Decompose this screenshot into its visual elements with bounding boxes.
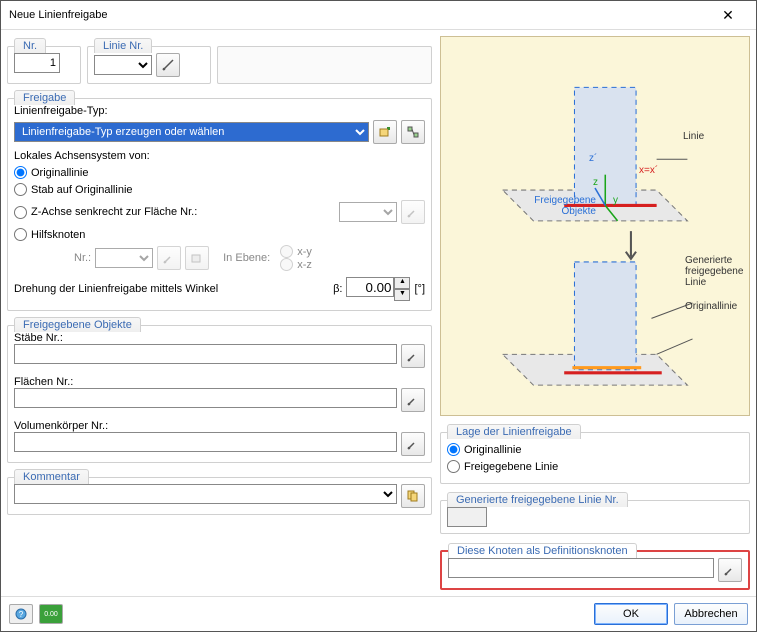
window-title: Neue Linienfreigabe [9,9,708,21]
help-icon[interactable]: ? [9,604,33,624]
radio-loc-original-label: Originallinie [464,444,521,456]
defnodes-input[interactable] [448,558,714,578]
radio-loc-released-label: Freigegebene Linie [464,461,558,473]
diag-origline: Originallinie [685,301,737,312]
solids-label: Volumenkörper Nr.: [14,420,425,432]
beta-unit: [°] [414,283,425,295]
location-legend: Lage der Linienfreigabe [447,424,581,439]
cancel-button[interactable]: Abbrechen [674,603,748,625]
diag-gen-b: freigegebene [685,266,743,277]
radio-stab-label: Stab auf Originallinie [31,184,133,196]
plane-xz-label: x-z [297,259,312,271]
radio-zachse-label: Z-Achse senkrecht zur Fläche Nr.: [31,206,197,218]
beta-spinner[interactable]: ▲▼ [346,277,410,301]
diag-gen-a: Generierte [685,255,743,266]
nr-legend: Nr. [14,38,46,53]
beta-label: β: [333,283,342,295]
typ-label: Linienfreigabe-Typ: [14,105,425,117]
new-type-icon[interactable] [373,120,397,144]
local-axis-label: Lokales Achsensystem von: [14,150,425,162]
diag-axis-x: x=x´ [639,165,658,176]
surfaces-label: Flächen Nr.: [14,376,425,388]
new-node-icon [185,246,209,270]
pick-line-icon[interactable] [156,53,180,77]
members-label: Stäbe Nr.: [14,332,425,344]
diag-axis-z1: z´ [589,153,597,164]
plane-xy-label: x-y [297,246,312,258]
pick-node-icon [157,246,181,270]
radio-plane-xz: x-z [280,258,312,271]
close-button[interactable]: ✕ [708,1,748,29]
typ-select[interactable]: Linienfreigabe-Typ erzeugen oder wählen [14,122,369,142]
ok-button[interactable]: OK [594,603,668,625]
units-icon[interactable]: 0.00 [39,604,63,624]
released-legend: Freigegebene Objekte [14,317,141,332]
comment-library-icon[interactable] [401,484,425,508]
diag-gen-c: Linie [685,277,743,288]
diagram-preview: Linie Freigegebene Objekte z´ z y x=x´ G… [440,36,750,416]
helpnode-nr-select [95,248,153,268]
pick-surfaces-icon[interactable] [401,388,425,412]
rotation-label: Drehung der Linienfreigabe mittels Winke… [14,283,329,295]
diag-label-linie: Linie [683,131,704,142]
pick-defnodes-icon[interactable] [718,558,742,582]
nr-input[interactable] [14,53,60,73]
defnodes-legend: Diese Knoten als Definitionsknoten [448,543,637,558]
svg-text:?: ? [19,610,24,619]
diag-label-released-a: Freigegebene [516,195,596,206]
comment-select[interactable] [14,484,397,504]
freigabe-legend: Freigabe [14,90,75,105]
in-plane-label: In Ebene: [223,252,270,264]
radio-plane-xy: x-y [280,245,312,258]
radio-zachse[interactable]: Z-Achse senkrecht zur Fläche Nr.: [14,206,335,219]
surfaces-input[interactable] [14,388,397,408]
beta-input[interactable] [346,277,394,297]
beta-down[interactable]: ▼ [394,289,410,301]
members-input[interactable] [14,344,397,364]
generated-legend: Generierte freigegebene Linie Nr. [447,492,628,507]
pick-surface-icon [401,200,425,224]
comment-legend: Kommentar [14,469,89,484]
pick-solids-icon[interactable] [401,432,425,456]
edit-type-icon[interactable] [401,120,425,144]
radio-hilfsknoten[interactable]: Hilfsknoten [14,228,425,241]
diag-label-released-b: Objekte [516,206,596,217]
radio-stab[interactable]: Stab auf Originallinie [14,183,425,196]
radio-loc-original[interactable]: Originallinie [447,443,743,456]
radio-originallinie-label: Originallinie [31,167,88,179]
line-nr-legend: Linie Nr. [94,38,152,53]
radio-loc-released[interactable]: Freigegebene Linie [447,460,743,473]
solids-input[interactable] [14,432,397,452]
radio-originallinie[interactable]: Originallinie [14,166,425,179]
beta-up[interactable]: ▲ [394,277,410,289]
radio-hilfsknoten-label: Hilfsknoten [31,229,85,241]
generated-line-output [447,507,487,527]
pick-members-icon[interactable] [401,344,425,368]
diag-axis-z: z [593,177,598,188]
helpnode-nr-label: Nr.: [74,252,91,264]
zaxis-surface-select [339,202,397,222]
empty-panel [217,46,432,84]
line-nr-select[interactable] [94,55,152,75]
diag-axis-y: y [613,195,618,206]
